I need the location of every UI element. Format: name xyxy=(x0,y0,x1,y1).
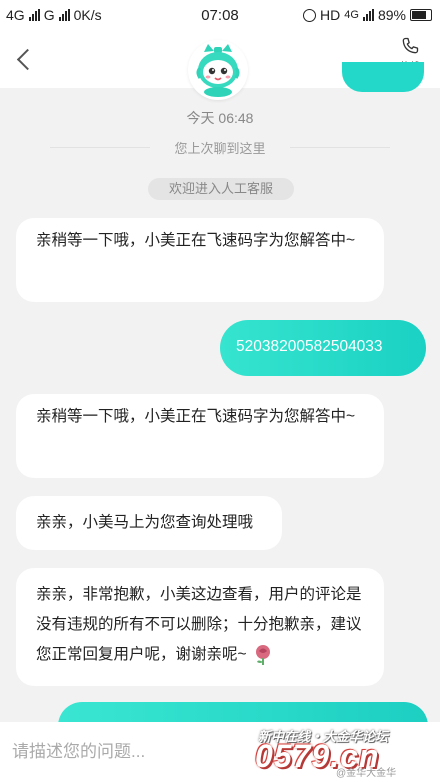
hd-indicator: HD xyxy=(320,7,341,23)
rose-emoji-icon xyxy=(255,644,270,665)
message-text: 亲稍等一下哦，小美正在飞速码字为您解答中~ xyxy=(36,408,356,425)
message-text: 52038200582504033 xyxy=(236,338,383,355)
message-input[interactable] xyxy=(10,734,254,770)
watermark-handle: @金华大金华 xyxy=(336,768,397,779)
battery-icon xyxy=(410,9,432,21)
status-bar: 4G G 0K/s 07:08 HD 4G 89% xyxy=(0,0,440,30)
agent-message: 亲亲，非常抱歉，小美这边查看，用户的评论是没有违规的所有不可以删除；十分抱歉亲，… xyxy=(16,568,384,686)
agent-message: 亲稍等一下哦，小美正在飞速码字为您解答中~ xyxy=(16,394,384,478)
message-text: 亲稍等一下哦，小美正在飞速码字为您解答中~ xyxy=(36,232,356,249)
phone-icon xyxy=(402,37,419,54)
previous-message-bubble xyxy=(342,62,424,92)
battery-percent: 89% xyxy=(377,7,406,23)
network-type-3: 4G xyxy=(344,9,359,21)
last-read-divider: 您上次聊到这里 xyxy=(0,138,440,157)
agent-message: 亲稍等一下哦，小美正在飞速码字为您解答中~ xyxy=(16,218,384,302)
alarm-icon xyxy=(303,8,317,22)
agent-message: 亲亲，小美马上为您查询处理哦 xyxy=(16,496,282,550)
last-read-label: 您上次聊到这里 xyxy=(174,141,266,156)
system-notice: 欢迎进入人工客服 xyxy=(148,178,294,200)
back-button[interactable] xyxy=(14,44,38,74)
status-right: HD 4G 89% xyxy=(303,7,432,23)
agent-avatar xyxy=(188,40,248,100)
user-message: 52038200582504033 xyxy=(220,320,426,376)
robot-mascot-icon xyxy=(196,44,240,97)
signal-icon xyxy=(362,9,374,21)
message-text: 亲亲，小美马上为您查询处理哦 xyxy=(36,514,254,531)
chat-timestamp: 今天 06:48 xyxy=(186,110,254,126)
message-text: 亲亲，非常抱歉，小美这边查看，用户的评论是没有违规的所有不可以删除；十分抱歉亲，… xyxy=(36,586,362,663)
